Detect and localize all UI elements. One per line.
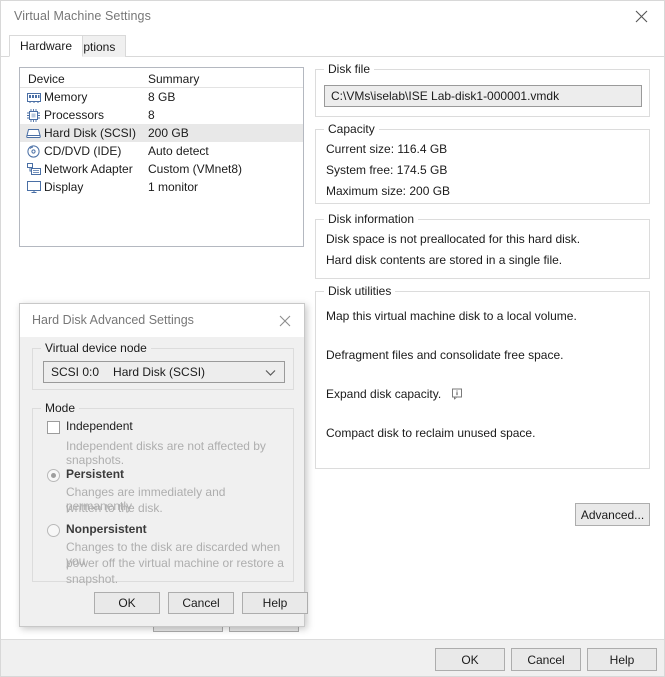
virtual-device-node-value: SCSI 0:0 (51, 365, 100, 379)
disk-utilities-legend: Disk utilities (324, 284, 396, 298)
nonpersistent-description-line-2: power off the virtual machine or restore… (66, 556, 284, 570)
disk-file-legend: Disk file (324, 62, 375, 76)
cancel-button-label: Cancel (527, 652, 565, 667)
close-icon (635, 10, 648, 23)
disk-information-line-2: Hard disk contents are stored in a singl… (326, 253, 563, 267)
memory-icon (26, 90, 41, 104)
disk-information-line-1: Disk space is not preallocated for this … (326, 232, 581, 246)
window-footer: OK Cancel Help (1, 639, 664, 676)
info-icon[interactable] (451, 388, 463, 403)
disk-utility-label-map: Map this virtual machine disk to a local… (326, 309, 577, 323)
help-button[interactable]: Help (587, 648, 657, 671)
independent-checkbox[interactable] (47, 421, 60, 434)
nonpersistent-label: Nonpersistent (66, 522, 147, 536)
device-row-network-adapter[interactable]: Network Adapter Custom (VMnet8) (20, 160, 303, 178)
advanced-button[interactable]: Advanced... (575, 503, 650, 526)
disk-utility-expand-text: Expand disk capacity. (326, 387, 442, 401)
disk-utilities-group: Disk utilities Map this virtual machine … (315, 284, 650, 469)
device-list[interactable]: Device Summary Memory 8 GB Processors 8 … (19, 67, 304, 247)
device-row-display[interactable]: Display 1 monitor (20, 178, 303, 196)
close-window-button[interactable] (619, 1, 664, 32)
dialog-help-label: Help (262, 596, 288, 610)
dialog-ok-button[interactable]: OK (94, 592, 160, 614)
disk-information-group: Disk information Disk space is not preal… (315, 212, 650, 279)
cancel-button[interactable]: Cancel (511, 648, 581, 671)
device-summary: 8 GB (148, 90, 176, 104)
settings-content: Device Summary Memory 8 GB Processors 8 … (1, 57, 664, 639)
independent-description: Independent disks are not affected by sn… (66, 439, 266, 467)
tab-hardware[interactable]: Hardware (9, 35, 84, 57)
nonpersistent-description-line-3: snapshot. (66, 572, 119, 586)
disk-utility-label-expand: Expand disk capacity. (326, 387, 463, 403)
disk-file-path-field[interactable]: C:\VMs\iselab\ISE Lab-disk1-000001.vmdk (324, 85, 642, 107)
hard-disk-icon (26, 126, 41, 140)
device-summary: Custom (VMnet8) (148, 162, 243, 176)
capacity-system-free: System free: 174.5 GB (326, 163, 448, 177)
hard-disk-advanced-settings-dialog: Hard Disk Advanced Settings Virtual devi… (19, 303, 308, 627)
persistent-description-line-2: written to the disk. (66, 501, 163, 515)
ok-button[interactable]: OK (435, 648, 505, 671)
device-summary: 1 monitor (148, 180, 199, 194)
advanced-button-label: Advanced... (580, 507, 645, 522)
nonpersistent-radio[interactable] (47, 524, 60, 537)
dialog-close-button[interactable] (268, 304, 302, 337)
virtual-device-node-device: Hard Disk (SCSI) (113, 365, 206, 379)
dialog-ok-label: OK (118, 596, 136, 610)
network-adapter-icon (26, 162, 41, 176)
cd-dvd-icon (26, 144, 41, 158)
close-icon (279, 315, 291, 326)
persistent-radio[interactable] (47, 469, 60, 482)
device-row-cd-dvd[interactable]: CD/DVD (IDE) Auto detect (20, 142, 303, 160)
disk-utility-label-compact: Compact disk to reclaim unused space. (326, 426, 536, 440)
device-list-header: Device Summary (20, 68, 303, 88)
disk-information-legend: Disk information (324, 212, 419, 226)
chevron-down-icon (265, 366, 276, 380)
virtual-machine-settings-window: Virtual Machine Settings Hardware Option… (0, 0, 665, 677)
device-summary: Auto detect (148, 144, 209, 158)
device-row-processors[interactable]: Processors 8 (20, 106, 303, 124)
virtual-device-node-select[interactable]: SCSI 0:0 Hard Disk (SCSI) (43, 361, 285, 383)
capacity-legend: Capacity (324, 122, 379, 136)
device-summary: 200 GB (148, 126, 189, 140)
device-row-memory[interactable]: Memory 8 GB (20, 88, 303, 106)
processor-icon (26, 108, 41, 122)
tab-strip: Hardware Options (1, 32, 664, 57)
virtual-device-node-group: Virtual device node SCSI 0:0 Hard Disk (… (32, 341, 294, 390)
device-row-hard-disk[interactable]: Hard Disk (SCSI) 200 GB (20, 124, 303, 142)
tab-hardware-label: Hardware (20, 39, 73, 53)
capacity-maximum-size: Maximum size: 200 GB (326, 184, 451, 198)
dialog-cancel-button[interactable]: Cancel (168, 592, 234, 614)
capacity-group: Capacity Current size: 116.4 GB System f… (315, 122, 650, 204)
virtual-device-node-legend: Virtual device node (41, 341, 151, 355)
ok-button-label: OK (461, 652, 479, 667)
display-icon (26, 180, 41, 194)
help-button-label: Help (609, 652, 635, 667)
device-name: Display (44, 180, 84, 194)
window-title: Virtual Machine Settings (14, 9, 151, 23)
mode-group: Mode Independent Independent disks are n… (32, 401, 294, 586)
device-name: Network Adapter (44, 162, 133, 176)
dialog-help-button[interactable]: Help (242, 592, 308, 614)
dialog-title: Hard Disk Advanced Settings (32, 313, 194, 327)
device-name: CD/DVD (IDE) (44, 144, 122, 158)
disk-utility-label-defragment: Defragment files and consolidate free sp… (326, 348, 564, 362)
disk-file-path-value: C:\VMs\iselab\ISE Lab-disk1-000001.vmdk (331, 89, 560, 103)
independent-label: Independent (66, 419, 133, 433)
column-header-device: Device (28, 72, 65, 86)
dialog-cancel-label: Cancel (182, 596, 220, 610)
device-summary: 8 (148, 108, 155, 122)
persistent-label: Persistent (66, 467, 125, 481)
radio-dot-icon (51, 473, 56, 478)
capacity-current-size: Current size: 116.4 GB (326, 142, 448, 156)
device-name: Hard Disk (SCSI) (44, 126, 137, 140)
disk-file-group: Disk file C:\VMs\iselab\ISE Lab-disk1-00… (315, 62, 650, 117)
column-header-summary: Summary (148, 72, 200, 86)
device-name: Processors (44, 108, 105, 122)
window-title-bar: Virtual Machine Settings (1, 1, 664, 32)
device-name: Memory (44, 90, 88, 104)
dialog-title-bar: Hard Disk Advanced Settings (20, 304, 304, 337)
mode-legend: Mode (41, 401, 80, 415)
